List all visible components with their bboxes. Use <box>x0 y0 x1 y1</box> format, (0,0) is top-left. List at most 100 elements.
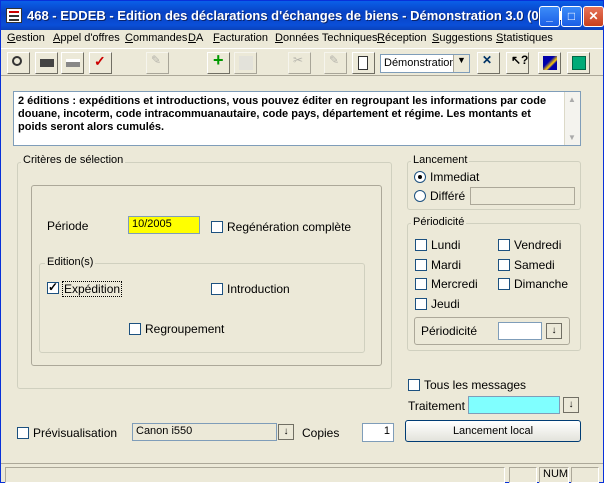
chevron-down-icon: ▼ <box>453 55 469 72</box>
menu-statistiques[interactable]: Statistiques <box>496 32 553 44</box>
help-pointer-icon: ↖? <box>511 53 529 67</box>
vendredi-label: Vendredi <box>514 238 562 252</box>
menu-donnees-techniques[interactable]: Données Techniques <box>275 32 378 44</box>
immediat-radio[interactable] <box>414 171 426 183</box>
maximize-button[interactable]: □ <box>561 6 582 27</box>
validate-button[interactable]: ✓ <box>89 52 112 74</box>
mardi-label: Mardi <box>431 258 462 272</box>
criteria-group-label: Critères de sélection <box>21 154 126 166</box>
application-window: 468 - EDDEB - Edition des déclarations d… <box>0 0 604 483</box>
editions-group-label: Edition(s) <box>45 256 96 268</box>
regroupement-checkbox[interactable] <box>129 323 141 335</box>
copies-input[interactable]: 1 <box>362 423 394 442</box>
close-button[interactable]: ✕ <box>583 6 604 27</box>
status-num: NUM <box>539 467 569 483</box>
differe-label: Différé <box>430 189 466 203</box>
traitement-input[interactable] <box>468 396 560 414</box>
introduction-checkbox[interactable] <box>211 283 223 295</box>
lundi-checkbox[interactable] <box>415 239 427 251</box>
periodicity-input[interactable] <box>498 322 542 340</box>
title-bar[interactable]: 468 - EDDEB - Edition des déclarations d… <box>1 1 604 31</box>
editions-group <box>39 263 365 353</box>
blank-icon <box>239 56 253 70</box>
pencil-icon: ✎ <box>151 53 162 67</box>
all-messages-label: Tous les messages <box>424 378 527 392</box>
company-combo[interactable]: Démonstration 3 ▼ <box>380 54 470 73</box>
periodicity-label: Périodicité <box>421 324 478 338</box>
rocket-icon <box>543 56 557 70</box>
app-icon <box>6 8 22 23</box>
status-bar: NUM <box>1 463 603 483</box>
menu-gestion[interactable]: Gestion <box>7 32 45 44</box>
expedition-checkbox[interactable] <box>47 280 59 294</box>
toolbar: ✓ ✎ + ✂ ✎ Démonstration 3 ▼ ✕ ↖? <box>1 48 603 76</box>
help-button[interactable]: ↖? <box>506 52 529 74</box>
launch-local-button[interactable]: Lancement local <box>405 420 581 442</box>
regroupement-label: Regroupement <box>145 322 225 336</box>
exit-door-icon <box>572 56 586 70</box>
tools-icon: ✕ <box>482 53 493 67</box>
menu-bar: Gestion Appel d'offres Commandes DA Fact… <box>1 30 603 48</box>
info-message: 2 éditions : expéditions et introduction… <box>18 95 547 133</box>
page-icon <box>358 56 368 70</box>
minimize-button[interactable]: _ <box>539 6 560 27</box>
status-cell-end <box>571 467 599 483</box>
jeudi-checkbox[interactable] <box>415 298 427 310</box>
differe-radio[interactable] <box>414 190 426 202</box>
traitement-dropdown-icon[interactable]: ↓ <box>563 397 579 413</box>
introduction-label: Introduction <box>227 282 290 296</box>
dimanche-checkbox[interactable] <box>498 278 510 290</box>
menu-facturation[interactable]: Facturation <box>213 32 268 44</box>
preview-checkbox[interactable] <box>17 427 29 439</box>
differe-date-input[interactable] <box>470 187 575 205</box>
info-scrollbar[interactable] <box>564 92 580 145</box>
copies-label: Copies <box>302 426 340 440</box>
info-text: 2 éditions : expéditions et introduction… <box>13 91 581 146</box>
cut-button[interactable]: ✂ <box>288 52 311 74</box>
expedition-label: Expédition <box>62 281 123 297</box>
jeudi-label: Jeudi <box>431 297 460 311</box>
printer-dropdown-icon[interactable]: ↓ <box>278 424 294 440</box>
traitement-label: Traitement <box>408 399 465 413</box>
note-button[interactable]: ✎ <box>324 52 347 74</box>
delete-button[interactable] <box>234 52 257 74</box>
scissors-icon: ✂ <box>293 53 304 67</box>
menu-da[interactable]: DA <box>188 32 203 44</box>
menu-reception[interactable]: Réception <box>377 32 427 44</box>
regen-checkbox[interactable] <box>211 221 223 233</box>
samedi-checkbox[interactable] <box>498 259 510 271</box>
window-title: 468 - EDDEB - Edition des déclarations d… <box>27 8 580 23</box>
dimanche-label: Dimanche <box>514 277 569 291</box>
binoculars-button[interactable] <box>35 52 58 74</box>
pencil-icon: ✎ <box>329 53 340 67</box>
period-input[interactable]: 10/2005 <box>128 216 200 234</box>
launch-group-label: Lancement <box>411 154 470 166</box>
menu-appel-offres[interactable]: Appel d'offres <box>53 32 120 44</box>
binoculars-icon <box>40 59 54 67</box>
print-button[interactable] <box>61 52 84 74</box>
mercredi-checkbox[interactable] <box>415 278 427 290</box>
mardi-checkbox[interactable] <box>415 259 427 271</box>
status-message <box>5 467 505 483</box>
preview-label: Prévisualisation <box>33 426 118 440</box>
printer-combo[interactable]: Canon i550 <box>132 423 277 441</box>
samedi-label: Samedi <box>514 258 555 272</box>
periodicity-dropdown-icon[interactable]: ↓ <box>546 323 562 339</box>
add-button[interactable]: + <box>207 50 230 74</box>
edit-button[interactable]: ✎ <box>146 52 169 74</box>
period-label: Période <box>47 219 89 233</box>
vendredi-checkbox[interactable] <box>498 239 510 251</box>
menu-commandes[interactable]: Commandes <box>125 32 187 44</box>
zoom-button[interactable] <box>7 52 30 74</box>
magnifier-icon <box>12 56 22 66</box>
check-mark-icon: ✓ <box>94 53 106 69</box>
exit-button[interactable] <box>567 52 590 74</box>
tools-button[interactable]: ✕ <box>477 52 500 74</box>
new-page-button[interactable] <box>352 52 375 74</box>
launch-app-button[interactable] <box>538 52 561 74</box>
mercredi-label: Mercredi <box>431 277 478 291</box>
periodicity-group-label: Périodicité <box>411 216 467 228</box>
immediat-label: Immediat <box>430 170 480 184</box>
all-messages-checkbox[interactable] <box>408 379 420 391</box>
menu-suggestions[interactable]: Suggestions <box>432 32 493 44</box>
